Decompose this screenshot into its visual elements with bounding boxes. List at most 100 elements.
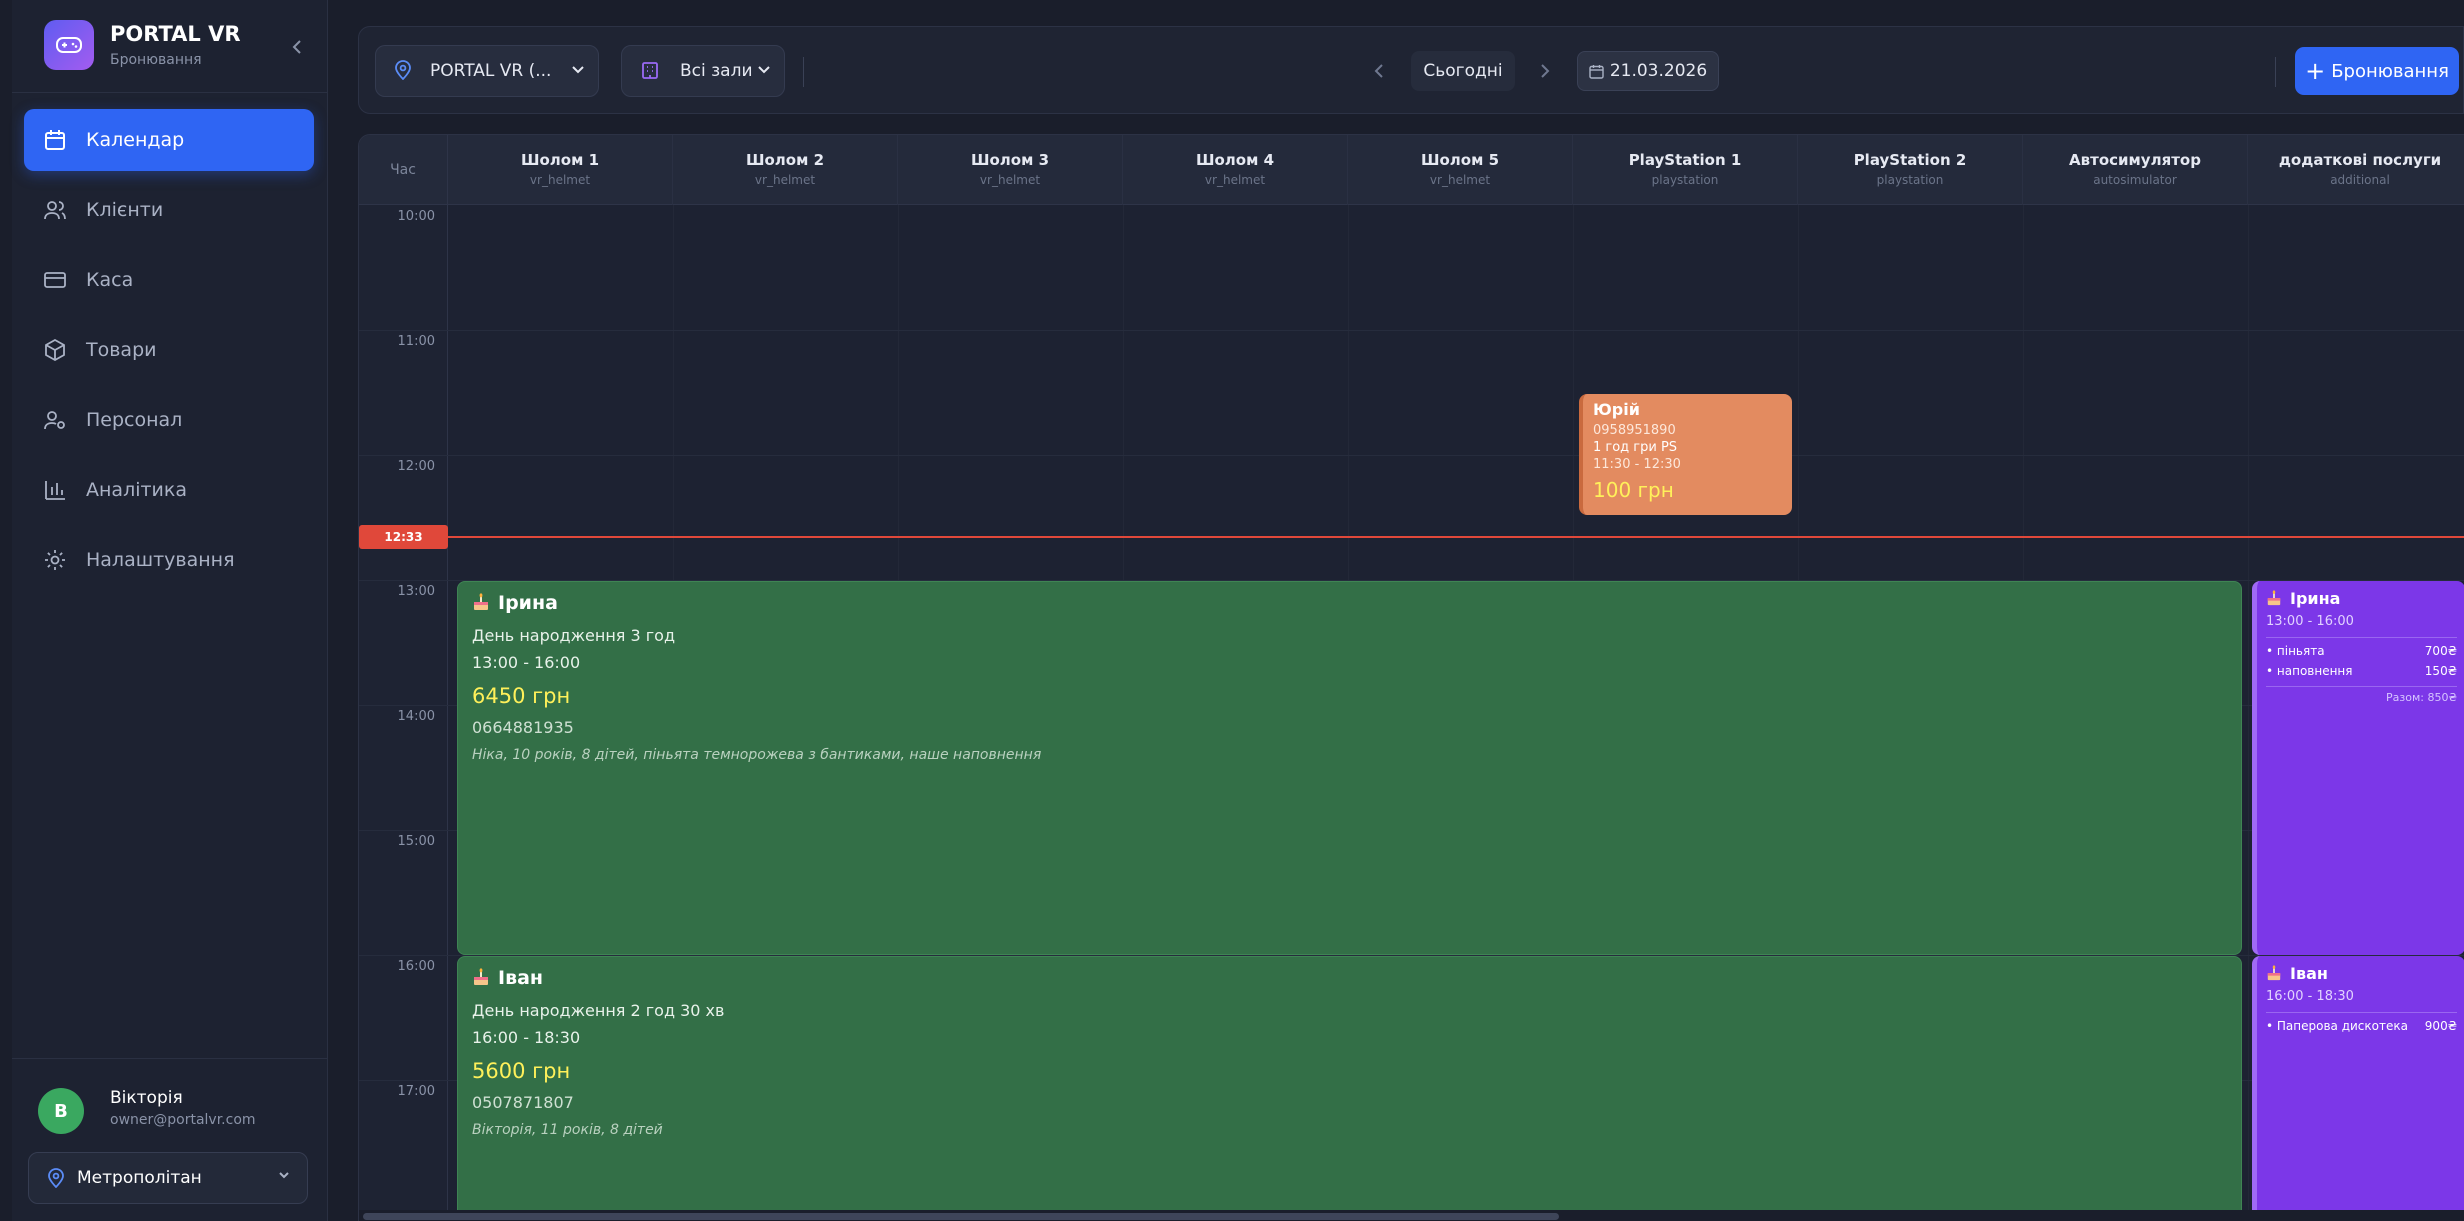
time-label: 11:00 [397,334,435,349]
sidebar-item-calendar[interactable]: Календар [24,109,314,171]
service-line-item: • Паперова дискотека 900₴ [2266,1019,2457,1033]
location-select-value: Метрополітан [77,1168,202,1188]
services-client-name: Іван [2266,964,2457,985]
services-time: 16:00 - 18:30 [2266,989,2354,1004]
grid-hour-line [359,455,2464,456]
services-client-name-text: Іван [2290,964,2328,983]
cake-icon [2266,965,2282,985]
resource-name: Шолом 4 [1195,151,1275,169]
booking-client-name: Іван [472,967,2227,991]
app-root: PORTAL VR Бронювання Календар Клієнти Ка… [0,0,2464,1221]
time-label: 17:00 [397,1084,435,1099]
service-label: • наповнення [2266,664,2353,678]
additional-services-card[interactable]: Іван 16:00 - 18:30 • Паперова дискотека 9… [2252,956,2464,1221]
chevron-down-icon [570,61,586,82]
user-email: owner@portalvr.com [110,1112,256,1128]
sidebar-item-staff[interactable]: Персонал [24,389,314,451]
resource-type: vr_helmet [754,173,816,187]
resource-name: PlayStation 1 [1628,151,1742,169]
resource-header[interactable]: Шолом 2 vr_helmet [673,135,898,205]
booking-note: Ніка, 10 років, 8 дітей, піньята темноро… [472,747,1042,763]
resource-type: additional [2330,173,2390,187]
prev-day-button[interactable] [1365,57,1393,85]
sidebar-item-settings[interactable]: Налаштування [24,529,314,591]
resource-type: autosimulator [2093,173,2177,187]
booking-time: 13:00 - 16:00 [472,653,581,672]
service-price: 900₴ [2424,1019,2457,1033]
horizontal-scrollbar[interactable] [359,1210,2464,1221]
resource-header[interactable]: PlayStation 1 playstation [1573,135,1798,205]
new-booking-button[interactable]: + Бронювання [2295,47,2459,95]
grid-hour-line [359,330,2464,331]
chevron-down-icon [756,61,772,82]
services-total: Разом: 850₴ [2386,691,2457,704]
next-day-button[interactable] [1531,57,1559,85]
additional-services-card[interactable]: Ірина 13:00 - 16:00 • піньята 700₴ • напо… [2252,581,2464,955]
services-client-name-text: Ірина [2290,589,2341,608]
time-label: 12:00 [397,459,435,474]
calendar-icon [1589,64,1604,79]
service-line-item: • піньята 700₴ [2266,644,2457,658]
resource-header[interactable]: Шолом 1 vr_helmet [448,135,673,205]
sidebar-item-cashbox[interactable]: Каса [24,249,314,311]
booking-time: 11:30 - 12:30 [1593,457,1681,472]
new-booking-label: Бронювання [2331,60,2449,82]
bar-chart-icon [42,477,68,503]
map-pin-icon [47,1168,65,1188]
services-divider [2266,1012,2457,1013]
brand-title: PORTAL VR [110,22,241,46]
booking-client-name-text: Іван [498,967,544,989]
booking-service: 1 год гри PS [1593,440,1678,455]
chevron-down-icon [277,1167,291,1187]
sidebar-item-analytics[interactable]: Аналітика [24,459,314,521]
collapse-sidebar-button[interactable] [282,32,312,62]
resource-header[interactable]: Шолом 3 vr_helmet [898,135,1123,205]
user-profile[interactable]: В Вікторія owner@portalvr.com [38,1086,318,1134]
plus-icon: + [2305,57,2326,85]
calendar-icon [42,127,68,153]
gear-icon [42,547,68,573]
venue-select-value: PORTAL VR (... [430,61,552,81]
time-label: 14:00 [397,709,435,724]
avatar: В [38,1088,84,1134]
date-picker-button[interactable]: 21.03.2026 [1577,51,1719,91]
time-label: 10:00 [397,209,435,224]
today-button[interactable]: Сьогодні [1411,51,1515,91]
hall-select[interactable]: Всі зали [621,45,785,97]
user-name: Вікторія [110,1088,183,1108]
hall-select-value: Всі зали [680,61,753,81]
map-pin-icon [394,60,412,85]
services-divider [2266,637,2457,638]
location-select[interactable]: Метрополітан [28,1152,308,1204]
resource-header[interactable]: Автосимулятор autosimulator [2023,135,2248,205]
sidebar-item-clients[interactable]: Клієнти [24,179,314,241]
resource-name: Шолом 2 [745,151,825,169]
services-client-name: Ірина [2266,589,2457,610]
resource-type: vr_helmet [979,173,1041,187]
sidebar-item-products[interactable]: Товари [24,319,314,381]
chevron-right-icon [1541,64,1550,78]
resource-header[interactable]: PlayStation 2 playstation [1798,135,2023,205]
resource-header[interactable]: Шолом 5 vr_helmet [1348,135,1573,205]
scrollbar-thumb[interactable] [363,1213,1559,1220]
booking-card[interactable]: Юрій 0958951890 1 год гри PS 11:30 - 12:… [1579,394,1792,515]
resource-header[interactable]: Шолом 4 vr_helmet [1123,135,1348,205]
user-cog-icon [42,407,68,433]
cake-icon [472,593,490,616]
service-label: • Паперова дискотека [2266,1019,2408,1033]
service-price: 150₴ [2424,664,2457,678]
resource-header[interactable]: додаткові послуги additional [2248,135,2464,205]
service-label: • піньята [2266,644,2325,658]
sidebar-item-label: Клієнти [86,199,164,221]
booking-phone: 0507871807 [472,1093,574,1112]
sidebar-item-label: Календар [86,129,185,151]
sidebar: PORTAL VR Бронювання Календар Клієнти Ка… [12,0,328,1221]
sidebar-divider [12,1058,327,1059]
current-time-line [448,536,2464,538]
resource-type: vr_helmet [1204,173,1266,187]
booking-card[interactable]: Ірина День народження 3 год 13:00 - 16:0… [457,581,2242,955]
gamepad-icon [44,20,94,70]
booking-card[interactable]: Іван День народження 2 год 30 хв 16:00 -… [457,956,2242,1221]
calendar-toolbar: PORTAL VR (... Всі зали Сьогодні 21.03.2… [358,26,2464,114]
venue-select[interactable]: PORTAL VR (... [375,45,599,97]
